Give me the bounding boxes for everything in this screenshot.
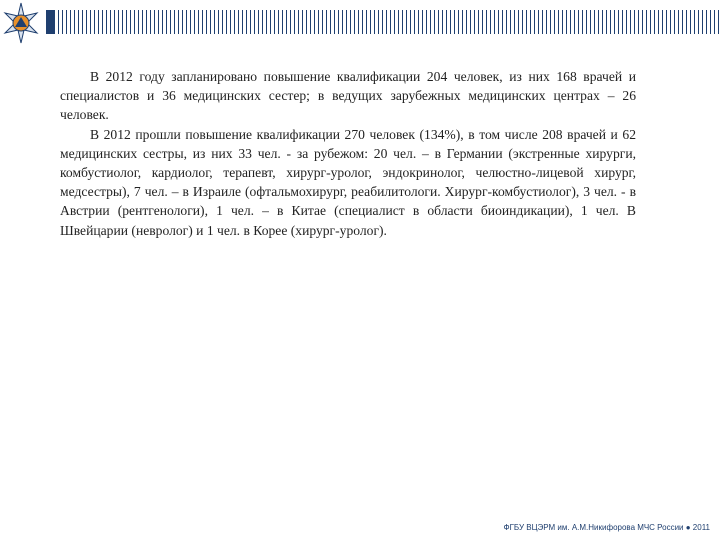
paragraph-results: В 2012 прошли повышение квалификации 270… [60,126,636,238]
footer-caption: ФГБУ ВЦЭРМ им. А.М.Никифорова МЧС России… [503,523,710,532]
emergency-ministry-emblem-icon [2,2,40,44]
paragraph-plan: В 2012 году запланировано повышение квал… [60,69,636,123]
header-stripe-band [46,10,720,34]
document-body: В 2012 году запланировано повышение квал… [60,67,636,240]
